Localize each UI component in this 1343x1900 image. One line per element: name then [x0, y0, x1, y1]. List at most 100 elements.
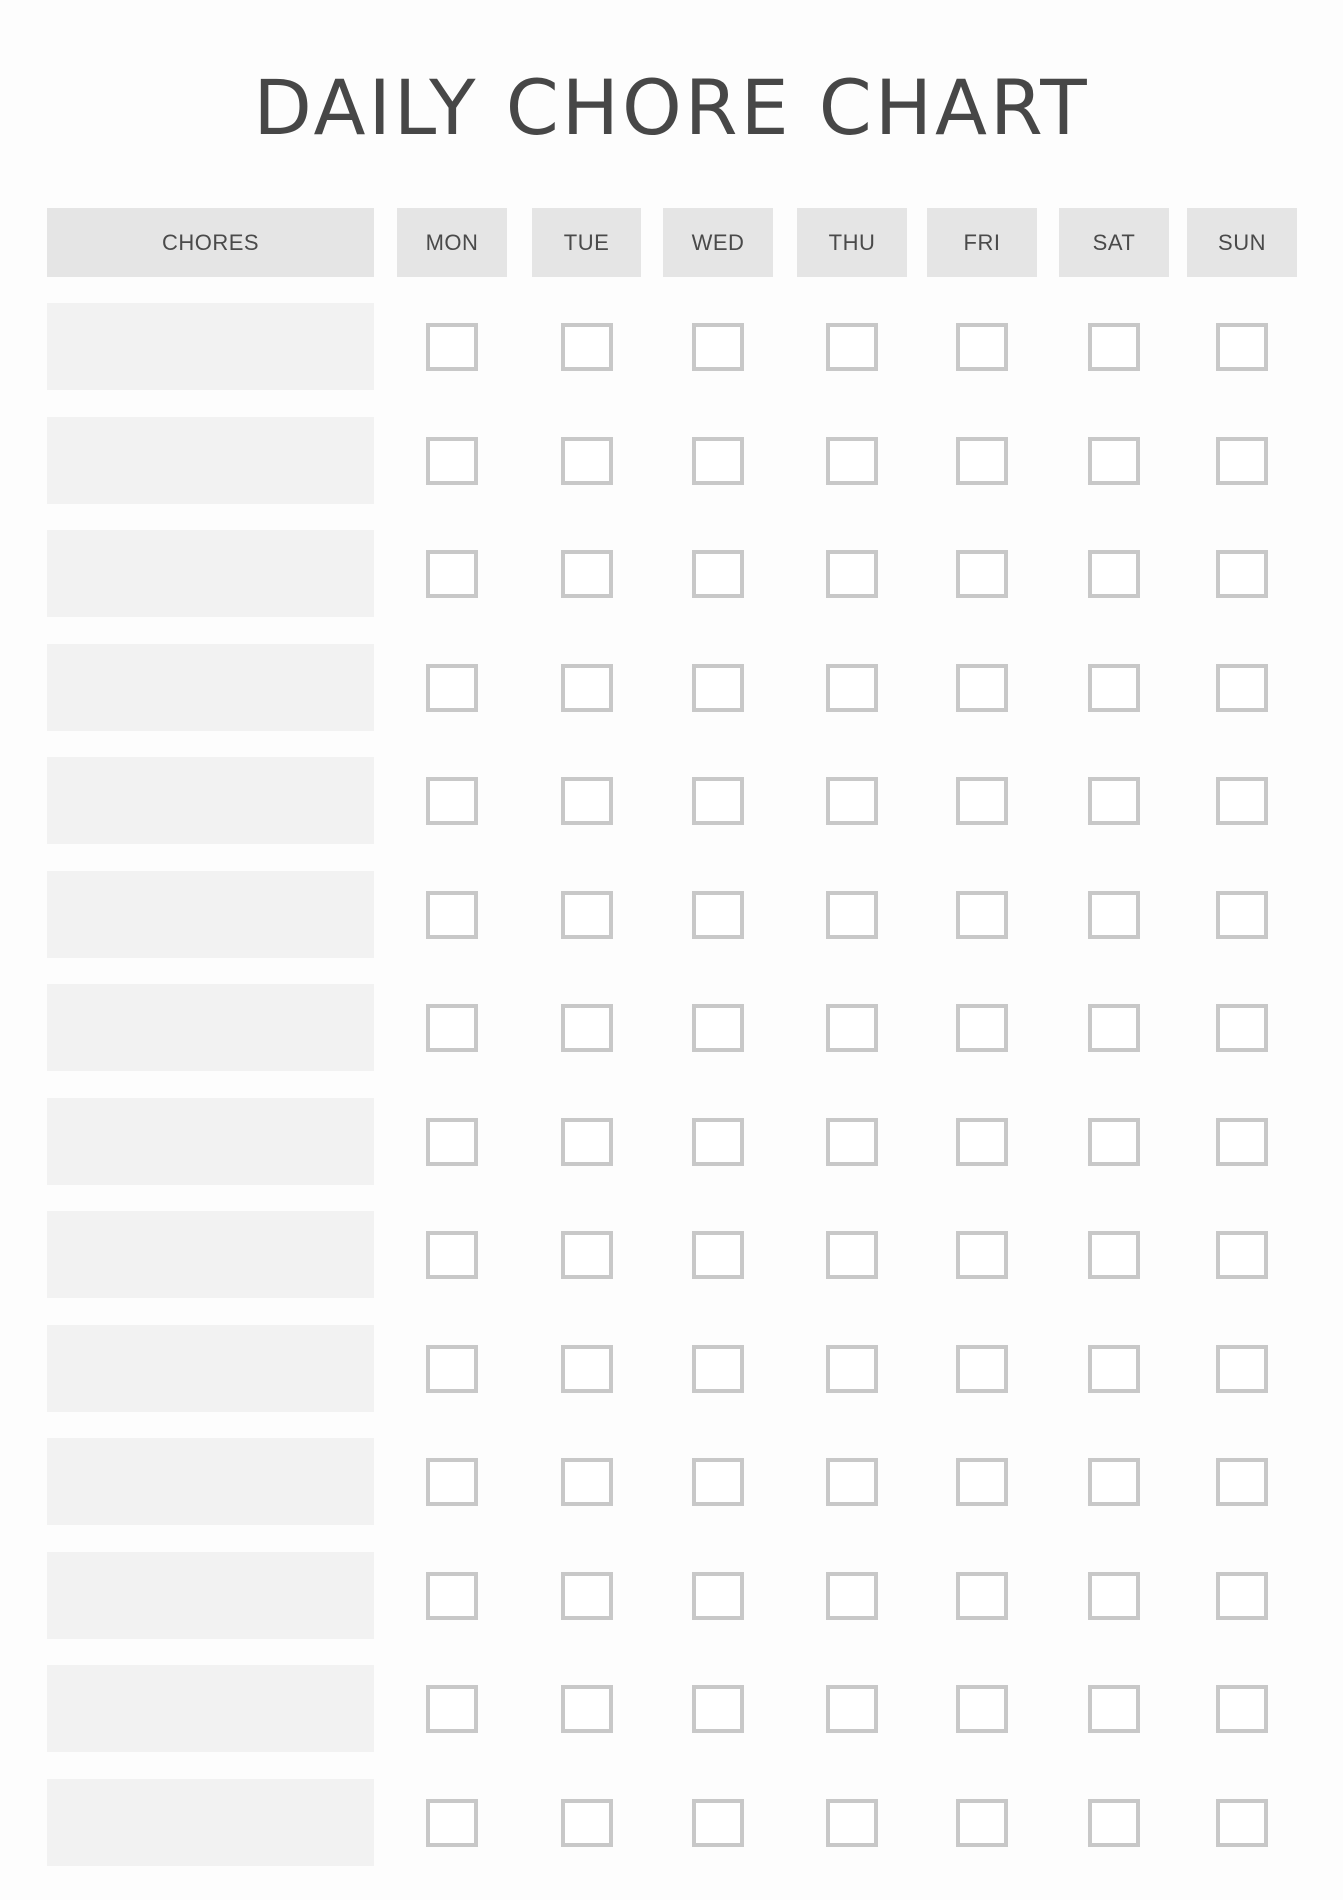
checkbox-sat[interactable]: [1088, 323, 1140, 371]
checkbox-sat[interactable]: [1088, 437, 1140, 485]
chore-input-cell[interactable]: [47, 303, 374, 390]
checkbox-sat[interactable]: [1088, 891, 1140, 939]
checkbox-tue[interactable]: [561, 1685, 613, 1733]
checkbox-sun[interactable]: [1216, 1685, 1268, 1733]
checkbox-tue[interactable]: [561, 323, 613, 371]
checkbox-sun[interactable]: [1216, 664, 1268, 712]
checkbox-sat[interactable]: [1088, 550, 1140, 598]
checkbox-mon[interactable]: [426, 437, 478, 485]
chore-input-cell[interactable]: [47, 1325, 374, 1412]
checkbox-sun[interactable]: [1216, 1004, 1268, 1052]
checkbox-thu[interactable]: [826, 550, 878, 598]
checkbox-fri[interactable]: [956, 1345, 1008, 1393]
checkbox-wed[interactable]: [692, 1345, 744, 1393]
checkbox-thu[interactable]: [826, 323, 878, 371]
checkbox-fri[interactable]: [956, 1118, 1008, 1166]
checkbox-sat[interactable]: [1088, 1231, 1140, 1279]
chore-input-cell[interactable]: [47, 644, 374, 731]
chore-input-cell[interactable]: [47, 530, 374, 617]
checkbox-thu[interactable]: [826, 1572, 878, 1620]
checkbox-fri[interactable]: [956, 1458, 1008, 1506]
checkbox-thu[interactable]: [826, 1458, 878, 1506]
checkbox-fri[interactable]: [956, 550, 1008, 598]
chore-input-cell[interactable]: [47, 1779, 374, 1866]
checkbox-mon[interactable]: [426, 1345, 478, 1393]
checkbox-wed[interactable]: [692, 1231, 744, 1279]
checkbox-wed[interactable]: [692, 1118, 744, 1166]
checkbox-fri[interactable]: [956, 1004, 1008, 1052]
chore-input-cell[interactable]: [47, 1665, 374, 1752]
checkbox-thu[interactable]: [826, 1685, 878, 1733]
chore-input-cell[interactable]: [47, 1438, 374, 1525]
checkbox-sat[interactable]: [1088, 1004, 1140, 1052]
checkbox-tue[interactable]: [561, 1231, 613, 1279]
checkbox-tue[interactable]: [561, 1345, 613, 1393]
checkbox-sat[interactable]: [1088, 1685, 1140, 1733]
checkbox-thu[interactable]: [826, 1799, 878, 1847]
checkbox-fri[interactable]: [956, 1799, 1008, 1847]
checkbox-wed[interactable]: [692, 777, 744, 825]
chore-input-cell[interactable]: [47, 871, 374, 958]
checkbox-thu[interactable]: [826, 1004, 878, 1052]
checkbox-wed[interactable]: [692, 323, 744, 371]
checkbox-thu[interactable]: [826, 891, 878, 939]
checkbox-thu[interactable]: [826, 1118, 878, 1166]
checkbox-wed[interactable]: [692, 1458, 744, 1506]
checkbox-mon[interactable]: [426, 550, 478, 598]
checkbox-tue[interactable]: [561, 891, 613, 939]
checkbox-fri[interactable]: [956, 777, 1008, 825]
checkbox-thu[interactable]: [826, 777, 878, 825]
chore-input-cell[interactable]: [47, 417, 374, 504]
checkbox-mon[interactable]: [426, 1685, 478, 1733]
checkbox-mon[interactable]: [426, 891, 478, 939]
checkbox-sun[interactable]: [1216, 323, 1268, 371]
chore-input-cell[interactable]: [47, 1211, 374, 1298]
checkbox-mon[interactable]: [426, 1118, 478, 1166]
chore-input-cell[interactable]: [47, 984, 374, 1071]
checkbox-fri[interactable]: [956, 1685, 1008, 1733]
checkbox-thu[interactable]: [826, 664, 878, 712]
checkbox-fri[interactable]: [956, 323, 1008, 371]
checkbox-sun[interactable]: [1216, 1572, 1268, 1620]
checkbox-tue[interactable]: [561, 1458, 613, 1506]
checkbox-tue[interactable]: [561, 1572, 613, 1620]
checkbox-mon[interactable]: [426, 1799, 478, 1847]
checkbox-sun[interactable]: [1216, 1458, 1268, 1506]
checkbox-sat[interactable]: [1088, 1458, 1140, 1506]
checkbox-sun[interactable]: [1216, 1799, 1268, 1847]
checkbox-tue[interactable]: [561, 1118, 613, 1166]
checkbox-mon[interactable]: [426, 323, 478, 371]
checkbox-tue[interactable]: [561, 777, 613, 825]
checkbox-sat[interactable]: [1088, 1799, 1140, 1847]
checkbox-wed[interactable]: [692, 664, 744, 712]
checkbox-wed[interactable]: [692, 1004, 744, 1052]
checkbox-mon[interactable]: [426, 1572, 478, 1620]
checkbox-wed[interactable]: [692, 1799, 744, 1847]
checkbox-wed[interactable]: [692, 437, 744, 485]
checkbox-thu[interactable]: [826, 1345, 878, 1393]
checkbox-fri[interactable]: [956, 664, 1008, 712]
checkbox-tue[interactable]: [561, 1799, 613, 1847]
chore-input-cell[interactable]: [47, 1552, 374, 1639]
checkbox-fri[interactable]: [956, 437, 1008, 485]
checkbox-thu[interactable]: [826, 1231, 878, 1279]
checkbox-fri[interactable]: [956, 891, 1008, 939]
checkbox-sun[interactable]: [1216, 1118, 1268, 1166]
checkbox-thu[interactable]: [826, 437, 878, 485]
checkbox-tue[interactable]: [561, 1004, 613, 1052]
chore-input-cell[interactable]: [47, 1098, 374, 1185]
checkbox-tue[interactable]: [561, 664, 613, 712]
checkbox-sun[interactable]: [1216, 777, 1268, 825]
chore-input-cell[interactable]: [47, 757, 374, 844]
checkbox-wed[interactable]: [692, 1685, 744, 1733]
checkbox-mon[interactable]: [426, 1231, 478, 1279]
checkbox-mon[interactable]: [426, 664, 478, 712]
checkbox-sun[interactable]: [1216, 1231, 1268, 1279]
checkbox-sat[interactable]: [1088, 1118, 1140, 1166]
checkbox-fri[interactable]: [956, 1231, 1008, 1279]
checkbox-sat[interactable]: [1088, 1572, 1140, 1620]
checkbox-tue[interactable]: [561, 437, 613, 485]
checkbox-mon[interactable]: [426, 777, 478, 825]
checkbox-sun[interactable]: [1216, 891, 1268, 939]
checkbox-sat[interactable]: [1088, 664, 1140, 712]
